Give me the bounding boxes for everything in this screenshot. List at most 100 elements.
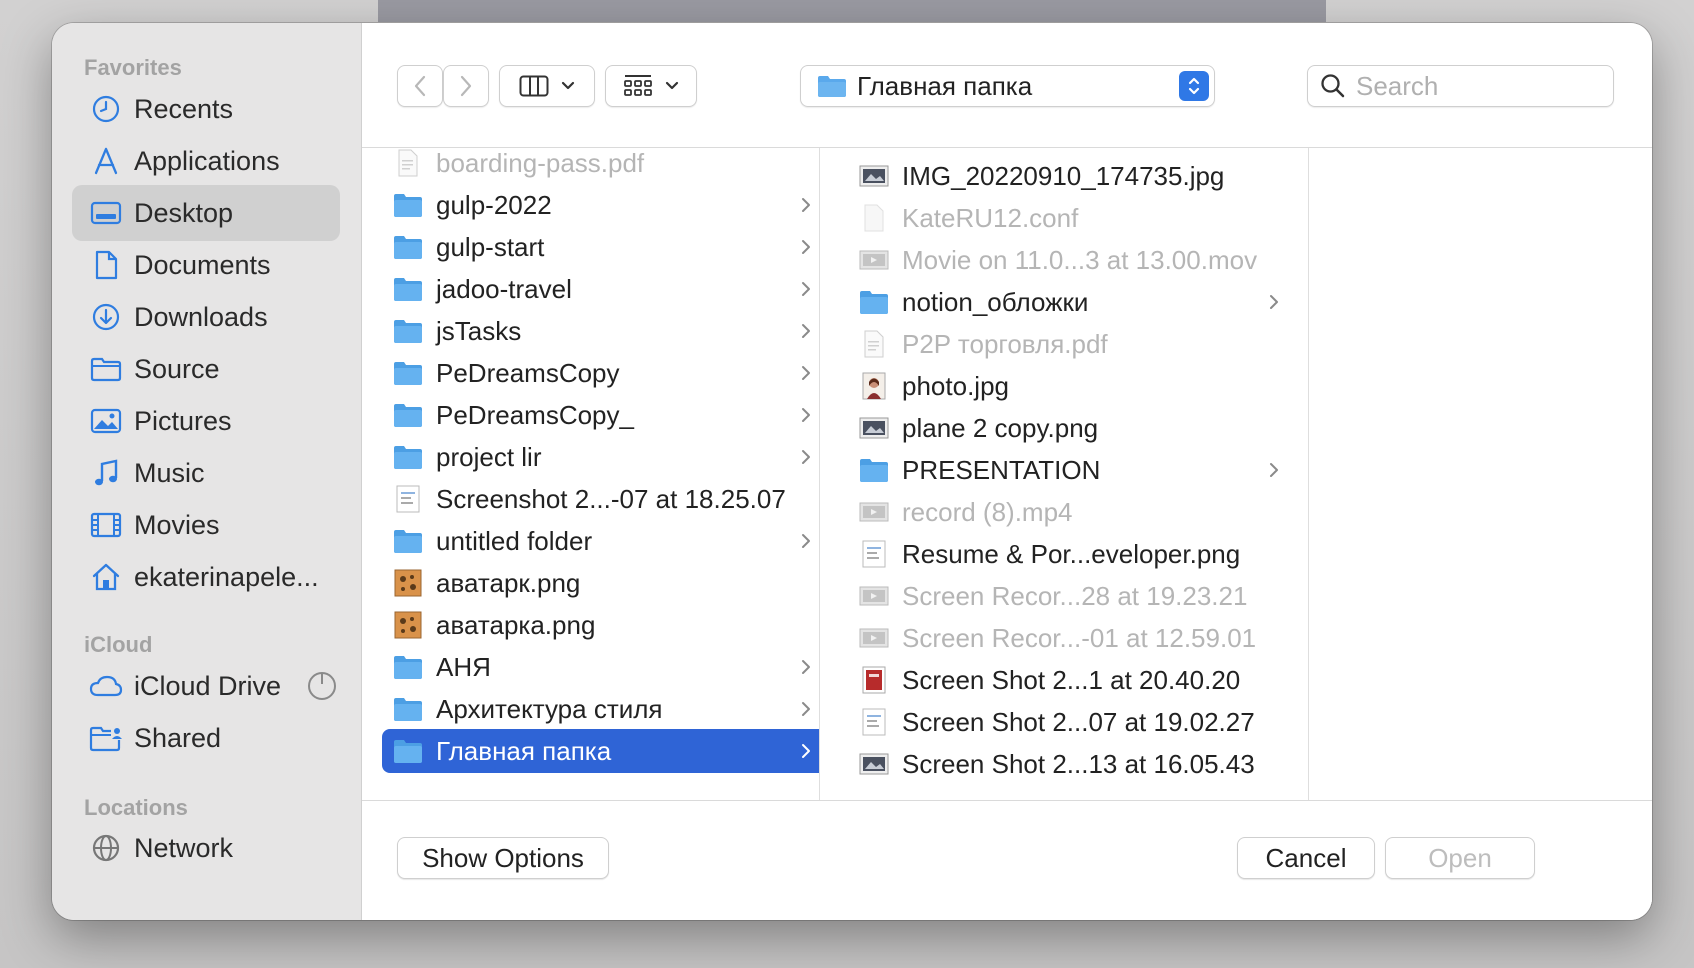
file-name: plane 2 copy.png <box>902 412 1099 443</box>
chevron-right-icon <box>796 700 816 718</box>
folder-row[interactable]: АНЯ <box>382 645 819 689</box>
file-name: Movie on 11.0...3 at 13.00.mov <box>902 244 1258 275</box>
file-name: record (8).mp4 <box>902 496 1073 527</box>
sidebar-item-icloud-drive[interactable]: iCloud Drive <box>72 658 340 714</box>
file-row[interactable]: KateRU12.conf <box>848 196 1296 240</box>
sidebar-item-downloads[interactable]: Downloads <box>72 289 340 345</box>
file-row[interactable]: аватарк.png <box>382 561 819 605</box>
folder-row[interactable]: gulp-2022 <box>382 183 819 227</box>
folder-row[interactable]: Архитектура стиля <box>382 687 819 731</box>
file-row[interactable]: Screen Shot 2...13 at 16.05.43 <box>848 742 1296 786</box>
browser-column-1[interactable]: boarding-pass.pdf gulp-2022 gulp-start jado… <box>362 148 820 800</box>
image-red-file-icon <box>858 665 890 695</box>
sidebar-item-documents[interactable]: Documents <box>72 237 340 293</box>
file-name: IMG_20220910_174735.jpg <box>902 160 1225 191</box>
image-dark-file-icon <box>858 749 890 779</box>
search-field[interactable]: Search <box>1307 65 1614 107</box>
chevron-right-icon <box>796 532 816 550</box>
file-row[interactable]: аватарка.png <box>382 603 819 647</box>
folder-row[interactable]: PeDreamsCopy_ <box>382 393 819 437</box>
file-name: Главная папка <box>436 735 612 766</box>
file-row[interactable]: P2P торговля.pdf <box>848 322 1296 366</box>
file-row[interactable]: Resume & Por...eveloper.png <box>848 532 1296 576</box>
chevron-right-icon <box>796 364 816 382</box>
folder-icon <box>392 652 424 682</box>
sidebar-item-source[interactable]: Source <box>72 341 340 397</box>
file-row[interactable]: Movie on 11.0...3 at 13.00.mov <box>848 238 1296 282</box>
file-name: jsTasks <box>436 315 522 346</box>
file-row[interactable]: plane 2 copy.png <box>848 406 1296 450</box>
sidebar-item-pictures[interactable]: Pictures <box>72 393 340 449</box>
chevron-right-icon <box>460 75 472 97</box>
sidebar-item-music[interactable]: Music <box>72 445 340 501</box>
sidebar-item-network[interactable]: Network <box>72 820 340 876</box>
file-row[interactable]: Screenshot 2...-07 at 18.25.07 <box>382 477 819 521</box>
chevron-right-icon <box>1264 461 1284 479</box>
forward-button[interactable] <box>443 65 489 107</box>
image-dark-file-icon <box>858 413 890 443</box>
open-button[interactable]: Open <box>1385 837 1535 879</box>
location-stepper[interactable] <box>1179 71 1209 101</box>
screenshot-file-icon <box>858 539 890 569</box>
file-name: АНЯ <box>436 651 491 682</box>
file-row[interactable]: photo.jpg <box>848 364 1296 408</box>
file-row[interactable]: Screen Shot 2...07 at 19.02.27 <box>848 700 1296 744</box>
file-name: jadoo-travel <box>436 273 572 304</box>
sidebar-item-applications[interactable]: Applications <box>72 133 340 189</box>
sidebar-item-label: ekaterinapele... <box>134 561 319 592</box>
view-mode-button[interactable] <box>499 65 595 107</box>
folder-icon <box>858 287 890 317</box>
location-popup[interactable]: Главная папка <box>800 65 1215 107</box>
movie-file-icon <box>858 497 890 527</box>
group-by-button[interactable] <box>605 65 697 107</box>
sidebar-item-label: Applications <box>134 145 280 176</box>
sidebar-item-movies[interactable]: Movies <box>72 497 340 553</box>
folder-row[interactable]: notion_обложки <box>848 280 1296 324</box>
file-row[interactable]: Screen Recor...28 at 19.23.21 <box>848 574 1296 618</box>
file-row[interactable]: IMG_20220910_174735.jpg <box>848 154 1296 198</box>
column-view-icon <box>519 75 549 97</box>
show-options-button[interactable]: Show Options <box>397 837 609 879</box>
search-placeholder: Search <box>1356 70 1439 101</box>
shared-folder-icon <box>86 724 126 752</box>
pdf-file-icon <box>392 148 424 178</box>
browser-column-3[interactable] <box>1309 148 1652 800</box>
sidebar-item-label: Downloads <box>134 301 268 332</box>
file-row[interactable]: record (8).mp4 <box>848 490 1296 534</box>
pictures-icon <box>86 407 126 435</box>
folder-row[interactable]: Главная папка <box>382 729 819 773</box>
file-row[interactable]: boarding-pass.pdf <box>382 148 819 185</box>
download-icon <box>86 302 126 332</box>
sidebar-item-ekaterinapele[interactable]: ekaterinapele... <box>72 549 340 605</box>
sidebar-item-label: iCloud Drive <box>134 670 282 701</box>
folder-row[interactable]: PRESENTATION <box>848 448 1296 492</box>
cancel-button[interactable]: Cancel <box>1237 837 1375 879</box>
file-name: Screen Recor...-01 at 12.59.01 <box>902 622 1257 653</box>
sidebar-item-shared[interactable]: Shared <box>72 710 340 766</box>
sidebar-item-desktop[interactable]: Desktop <box>72 185 340 241</box>
folder-row[interactable]: untitled folder <box>382 519 819 563</box>
folder-icon <box>392 736 424 766</box>
chevron-down-icon <box>561 81 575 90</box>
folder-icon <box>392 190 424 220</box>
file-row[interactable]: Screen Shot 2...1 at 20.40.20 <box>848 658 1296 702</box>
folder-icon <box>392 526 424 556</box>
file-row[interactable]: Screen Recor...-01 at 12.59.01 <box>848 616 1296 660</box>
movie-file-icon <box>858 581 890 611</box>
folder-row[interactable]: PeDreamsCopy <box>382 351 819 395</box>
dialog-footer: Show Options Cancel Open <box>362 800 1652 920</box>
file-name: project lir <box>436 441 542 472</box>
movies-icon <box>86 511 126 539</box>
browser-column-2[interactable]: IMG_20220910_174735.jpg KateRU12.conf Movi… <box>820 148 1309 800</box>
pdf-file-icon <box>858 329 890 359</box>
folder-row[interactable]: gulp-start <box>382 225 819 269</box>
back-button[interactable] <box>397 65 443 107</box>
file-name: аватарка.png <box>436 609 596 640</box>
screenshot-file-icon <box>392 484 424 514</box>
folder-icon <box>392 442 424 472</box>
folder-row[interactable]: project lir <box>382 435 819 479</box>
sidebar-item-recents[interactable]: Recents <box>72 81 340 137</box>
sidebar-section-favorites: Favorites <box>84 55 182 80</box>
folder-row[interactable]: jadoo-travel <box>382 267 819 311</box>
folder-row[interactable]: jsTasks <box>382 309 819 353</box>
